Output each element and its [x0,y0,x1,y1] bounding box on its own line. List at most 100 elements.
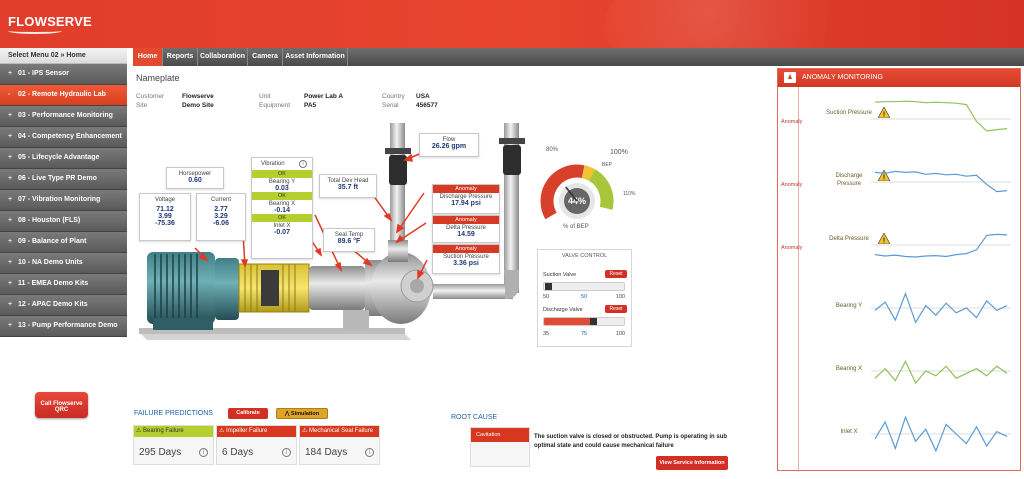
sensor-name: Bearing X [835,366,863,372]
sensor-sparkline [871,360,1011,385]
sensor-name: Delta Pressure [829,236,869,242]
expand-icon: + [8,154,13,161]
sensor-sparkline [871,233,1011,258]
info-icon[interactable]: i [365,448,374,457]
vibration-info-icon[interactable]: i [299,160,307,168]
suction-value: 50 [581,294,588,300]
flowserve-logo: FLOWSERVE [8,14,92,29]
delta-pressure-value: 14.59 [457,231,475,238]
gauge-label-110: 110% [623,191,636,197]
sensor-sparkline [871,291,1011,324]
sensor-sparkline [871,415,1011,453]
expand-icon: + [8,301,13,308]
anomaly-monitoring-header: ANOMALY MONITORING [778,69,1020,87]
suction-reset-button[interactable]: Reset [605,270,627,278]
vibration-box: Vibration i OK Bearing Y 0.03 OK Bearing… [251,157,313,259]
sidebar-item-label: 08 - Houston (FLS) [18,217,81,224]
horsepower-value: 0.60 [188,177,202,184]
country-value: USA [416,93,430,100]
bearing-y-status: OK [252,170,312,178]
suction-max: 100 [615,294,625,300]
tab-camera[interactable]: Camera [248,48,283,66]
unit-label: Unit [259,93,271,100]
root-cause-card: Cavitation [470,427,530,467]
tab-collaboration[interactable]: Collaboration [198,48,248,66]
days-remaining: 6 Days [222,447,254,458]
call-qrc-button[interactable]: Call Flowserve QRC [35,392,88,418]
view-service-information-button[interactable]: View Service Information [656,456,728,470]
current-value-1: 2.77 [214,206,228,213]
equipment-value: PA5 [304,102,317,109]
discharge-pressure-value: 17.94 psi [451,200,481,207]
sidebar-item[interactable]: +07 - Vibration Monitoring [0,190,127,211]
expand-icon: + [8,280,13,287]
sidebar-item[interactable]: +10 - NA Demo Units [0,253,127,274]
sensor-name: Inlet X [840,429,858,435]
info-icon[interactable]: i [282,448,291,457]
voltage-box: Voltage 71.12 3.99 -75.36 [139,193,191,241]
expand-icon: + [8,238,13,245]
equipment-label: Equipment [259,102,291,109]
tab-reports[interactable]: Reports [163,48,198,66]
current-label: Current [210,197,231,203]
info-icon[interactable]: i [199,448,208,457]
failure-prediction-label: ⚠ Impeller Failure [217,426,296,437]
sparkline-series [874,360,1008,385]
sidebar-item[interactable]: +12 - APAC Demo Kits [0,295,127,316]
simulation-button[interactable]: ⋀ Simulation [276,408,328,419]
days-remaining: 295 Days [139,447,182,458]
sidebar-item[interactable]: +05 - Lifecycle Advantage [0,148,127,169]
suction-valve-handle[interactable] [545,283,552,290]
voltage-value-3: -75.36 [155,220,175,227]
sensor-sparkline [871,170,1011,193]
discharge-valve-handle[interactable] [590,318,598,325]
sidebar-item[interactable]: +08 - Houston (FLS) [0,211,127,232]
sensor-row: Bearing X [778,343,1020,405]
sensor-name: Bearing Y [835,303,863,309]
calibrate-button[interactable]: Calibrate [228,408,268,419]
sidebar-item[interactable]: +01 - IPS Sensor [0,64,127,85]
discharge-min: 35 [543,331,550,337]
suction-valve-label: Suction Valve [543,272,577,278]
expand-icon: + [8,196,13,203]
warning-icon: ⚠ [136,428,144,434]
sidebar-item[interactable]: +13 - Pump Performance Demo [0,316,127,337]
root-cause-title: ROOT CAUSE [451,414,498,421]
discharge-valve-slider[interactable] [543,317,625,326]
suction-valve-slider[interactable] [543,282,625,291]
failure-prediction-card: ⚠ Mechanical Seal Failure 184 Days i [299,425,380,465]
sidebar-item[interactable]: +03 - Performance Monitoring [0,106,127,127]
days-remaining: 184 Days [305,447,348,458]
gauge-label-bep: BEP [602,162,613,168]
suction-pressure-value: 3.36 psi [453,260,479,267]
voltage-value-2: 3.99 [158,213,172,220]
seal-temp-box: Seal Temp 89.6 °F [323,228,375,252]
suction-pressure-status: Anomaly [433,245,499,253]
sidebar-item[interactable]: +06 - Live Type PR Demo [0,169,127,190]
sensor-row: Inlet X [778,406,1020,468]
sidebar-item-label: 06 - Live Type PR Demo [18,175,97,182]
sidebar-item-label: 01 - IPS Sensor [18,70,69,77]
site-label: Site [136,102,148,109]
sidebar-item-label: 09 - Balance of Plant [18,238,87,245]
total-dev-head-value: 35.7 ft [337,184,359,191]
sidebar-item[interactable]: +04 - Competency Enhancement [0,127,127,148]
tab-home[interactable]: Home [133,48,163,66]
sidebar-item-label: 07 - Vibration Monitoring [18,196,101,203]
sidebar-item[interactable]: +11 - EMEA Demo Kits [0,274,127,295]
sidebar-item[interactable]: +09 - Balance of Plant [0,232,127,253]
sidebar-item-label: 12 - APAC Demo Kits [18,301,88,308]
header-decoration [604,0,864,48]
sidebar-item-label: 04 - Competency Enhancement [18,133,122,140]
tab-asset-information[interactable]: Asset Information [283,48,348,66]
sidebar-item[interactable]: -02 - Remote Hydraulic Lab [0,85,127,106]
discharge-reset-button[interactable]: Reset [605,305,627,313]
anomaly-monitoring-panel: ANOMALY MONITORING ! Anomaly Suction Press… [777,68,1021,472]
seal-temp-value: 89.6 °F [337,238,361,245]
suction-pressure-box: Anomaly Suction Pressure 3.36 psi [432,244,500,274]
gauge-label: % of BEP [563,224,589,230]
sparkline-series [874,170,1008,193]
failure-type: Mechanical Seal Failure [309,428,374,434]
sensor-row: Bearing Y [778,280,1020,342]
sidebar-item-label: 13 - Pump Performance Demo [18,322,118,329]
